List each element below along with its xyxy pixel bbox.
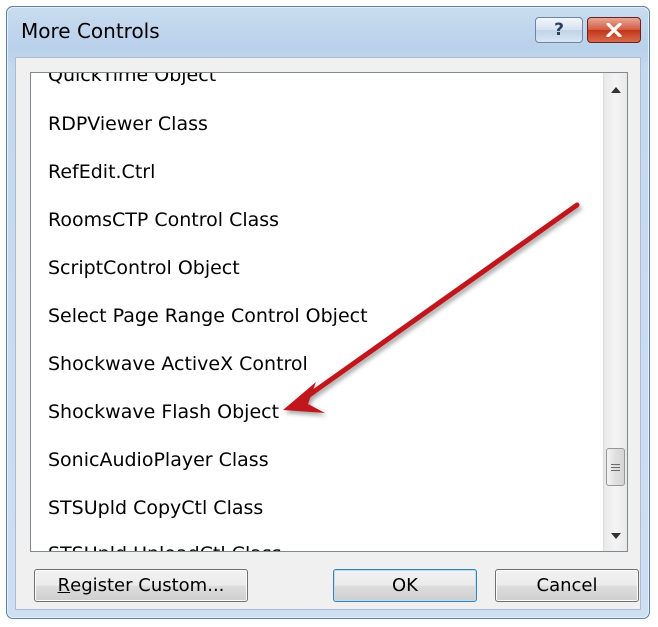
list-item[interactable]: STSUpld UploadCtl Class <box>48 543 282 551</box>
help-icon: ? <box>554 20 564 40</box>
list-item[interactable]: RefEdit.Ctrl <box>48 161 155 183</box>
arrow-down-icon <box>610 533 621 539</box>
list-item[interactable]: STSUpld CopyCtl Class <box>48 497 263 519</box>
ok-label: OK <box>392 575 418 596</box>
list-item[interactable]: SonicAudioPlayer Class <box>48 449 269 471</box>
scroll-up-button[interactable] <box>604 79 627 101</box>
cancel-label: Cancel <box>536 575 598 596</box>
register-mnemonic: R <box>57 575 71 596</box>
controls-list: QuickTime Object RDPViewer Class RefEdit… <box>31 73 603 551</box>
register-label: egister Custom... <box>70 575 225 596</box>
register-custom-button[interactable]: Register Custom... <box>34 569 248 602</box>
arrow-up-icon <box>610 87 621 93</box>
ok-button[interactable]: OK <box>333 569 477 602</box>
title-bar[interactable]: More Controls ? <box>7 7 649 57</box>
list-item[interactable]: RDPViewer Class <box>48 113 208 135</box>
dialog-title: More Controls <box>21 19 160 43</box>
more-controls-dialog: More Controls ? QuickTime Object RDPView… <box>6 6 650 619</box>
close-button[interactable] <box>587 17 641 43</box>
list-item[interactable]: Shockwave ActiveX Control <box>48 353 308 375</box>
grip-icon <box>611 463 620 471</box>
list-item[interactable]: Select Page Range Control Object <box>48 305 368 327</box>
list-item[interactable]: ScriptControl Object <box>48 257 240 279</box>
close-icon <box>606 23 622 37</box>
list-item[interactable]: RoomsCTP Control Class <box>48 209 279 231</box>
list-item[interactable]: QuickTime Object <box>48 73 216 86</box>
help-button[interactable]: ? <box>535 17 583 43</box>
scroll-down-button[interactable] <box>604 525 627 547</box>
cancel-button[interactable]: Cancel <box>495 569 639 602</box>
controls-listbox[interactable]: QuickTime Object RDPViewer Class RefEdit… <box>30 72 628 552</box>
dialog-content: QuickTime Object RDPViewer Class RefEdit… <box>15 57 641 610</box>
list-item-shockwave-flash[interactable]: Shockwave Flash Object <box>48 401 279 423</box>
vertical-scrollbar[interactable] <box>603 73 627 551</box>
scroll-thumb[interactable] <box>606 448 625 486</box>
